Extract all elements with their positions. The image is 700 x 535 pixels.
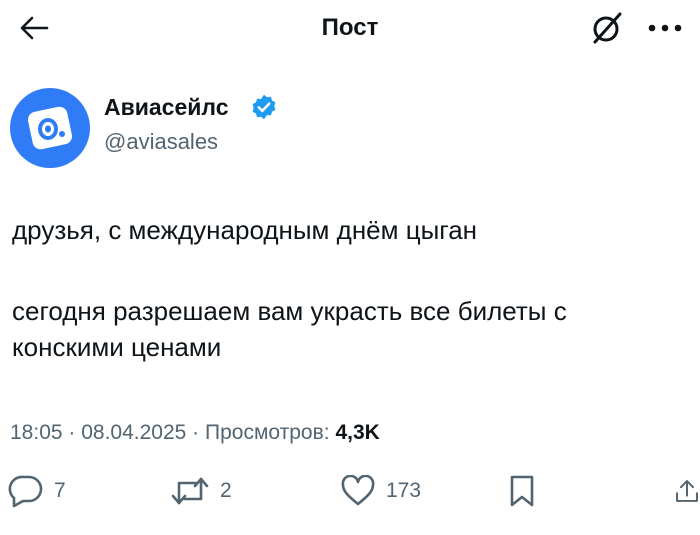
verified-badge-icon xyxy=(250,93,278,121)
grok-icon xyxy=(593,12,622,44)
heart-icon xyxy=(341,475,375,506)
meta-separator: · xyxy=(62,421,82,444)
meta-separator: · xyxy=(186,421,206,444)
like-count: 173 xyxy=(386,479,422,502)
tweet-text: друзья, с международным днём цыган сегод… xyxy=(12,212,692,365)
bookmark-icon xyxy=(510,475,534,507)
share-icon xyxy=(676,480,698,502)
reply-count: 7 xyxy=(54,479,66,502)
more-options-button[interactable] xyxy=(640,8,690,48)
repost-icon xyxy=(171,477,209,505)
share-button[interactable] xyxy=(674,473,700,509)
author-handle[interactable]: @aviasales xyxy=(104,127,218,157)
reply-icon xyxy=(8,475,43,508)
reply-button[interactable]: 7 xyxy=(8,473,66,509)
repost-count: 2 xyxy=(220,479,232,502)
tweet-meta: 18:05 · 08.04.2025 · Просмотров: 4,3K xyxy=(10,418,380,448)
tweet-line: сегодня разрешаем вам украсть все билеты… xyxy=(12,296,567,326)
tweet-time[interactable]: 18:05 xyxy=(10,421,63,444)
more-horizontal-icon xyxy=(648,24,682,32)
views-count[interactable]: 4,3K xyxy=(335,421,379,444)
bookmark-button[interactable] xyxy=(508,473,536,509)
avatar[interactable] xyxy=(10,88,90,168)
author-name[interactable]: Авиасейлс xyxy=(104,92,229,122)
tweet-line: друзья, с международным днём цыган xyxy=(12,215,478,245)
grok-button[interactable] xyxy=(585,8,629,48)
tweet-date[interactable]: 08.04.2025 xyxy=(81,421,186,444)
like-button[interactable]: 173 xyxy=(340,473,421,509)
repost-button[interactable]: 2 xyxy=(170,473,232,509)
views-label: Просмотров: xyxy=(205,421,336,444)
aviasales-logo-icon xyxy=(27,106,73,150)
tweet-line: конскими ценами xyxy=(12,332,222,362)
